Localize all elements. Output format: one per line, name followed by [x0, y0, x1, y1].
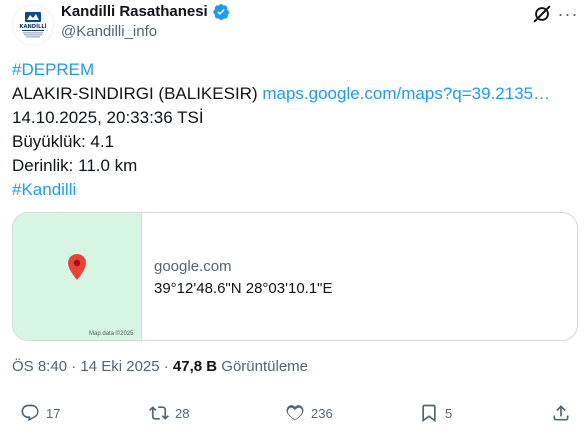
bookmark-button[interactable]: 5	[419, 403, 452, 423]
map-thumbnail: Map data ©2025	[13, 213, 142, 340]
location-text: ALAKIR-SINDIRGI (BALIKESIR)	[12, 84, 263, 103]
like-button[interactable]: 236	[285, 403, 333, 423]
more-icon[interactable]: ···	[557, 3, 579, 25]
retweet-icon	[149, 406, 169, 420]
share-button[interactable]	[551, 403, 571, 423]
verified-badge-icon	[213, 3, 230, 21]
svg-text:KANDİLLİ: KANDİLLİ	[19, 23, 46, 30]
tweet-meta: ÖS 8:40 · 14 Eki 2025 · 47,8 B Görüntüle…	[12, 357, 308, 377]
author-name[interactable]: Kandilli Rasathanesi	[61, 2, 208, 22]
map-attribution: Map data ©2025	[89, 331, 134, 337]
reply-button[interactable]: 17	[20, 403, 60, 423]
datetime-text: 14.10.2025, 20:33:36 TSİ	[12, 108, 204, 127]
like-count: 236	[311, 405, 333, 421]
reply-icon	[21, 404, 39, 422]
views-label: Görüntüleme	[217, 358, 309, 375]
hashtag-deprem[interactable]: #DEPREM	[12, 60, 94, 79]
magnitude-text: Büyüklük: 4.1	[12, 132, 115, 151]
reply-count: 17	[46, 405, 61, 421]
share-icon	[553, 405, 569, 421]
like-icon	[286, 405, 304, 421]
tweet-timestamp[interactable]: ÖS 8:40 · 14 Eki 2025 ·	[12, 358, 173, 375]
depth-text: Derinlik: 11.0 km	[12, 156, 138, 175]
author-name-row[interactable]: Kandilli Rasathanesi	[61, 2, 230, 22]
bookmark-count: 5	[445, 405, 453, 421]
card-domain: google.com	[154, 258, 232, 275]
hashtag-kandilli[interactable]: #Kandilli	[12, 180, 76, 199]
grok-icon[interactable]	[531, 3, 553, 25]
retweet-button[interactable]: 28	[149, 403, 189, 423]
map-pin-icon	[68, 254, 86, 280]
bookmark-icon	[422, 404, 436, 423]
author-handle[interactable]: @Kandilli_info	[61, 23, 157, 41]
retweet-count: 28	[175, 405, 190, 421]
maps-link[interactable]: maps.google.com/maps?q=39.2135…	[262, 84, 550, 103]
views-count: 47,8 B	[172, 358, 218, 375]
kandilli-logo: KANDİLLİ	[14, 6, 52, 44]
action-bar: 17 28 236 5	[0, 403, 587, 431]
card-title: 39°12'48.6"N 28°03'10.1"E	[154, 280, 333, 297]
avatar[interactable]: KANDİLLİ	[12, 4, 54, 46]
tweet-text: #DEPREM ALAKIR-SINDIRGI (BALIKESIR) maps…	[12, 58, 550, 202]
link-card[interactable]: Map data ©2025 google.com 39°12'48.6"N 2…	[12, 212, 578, 341]
